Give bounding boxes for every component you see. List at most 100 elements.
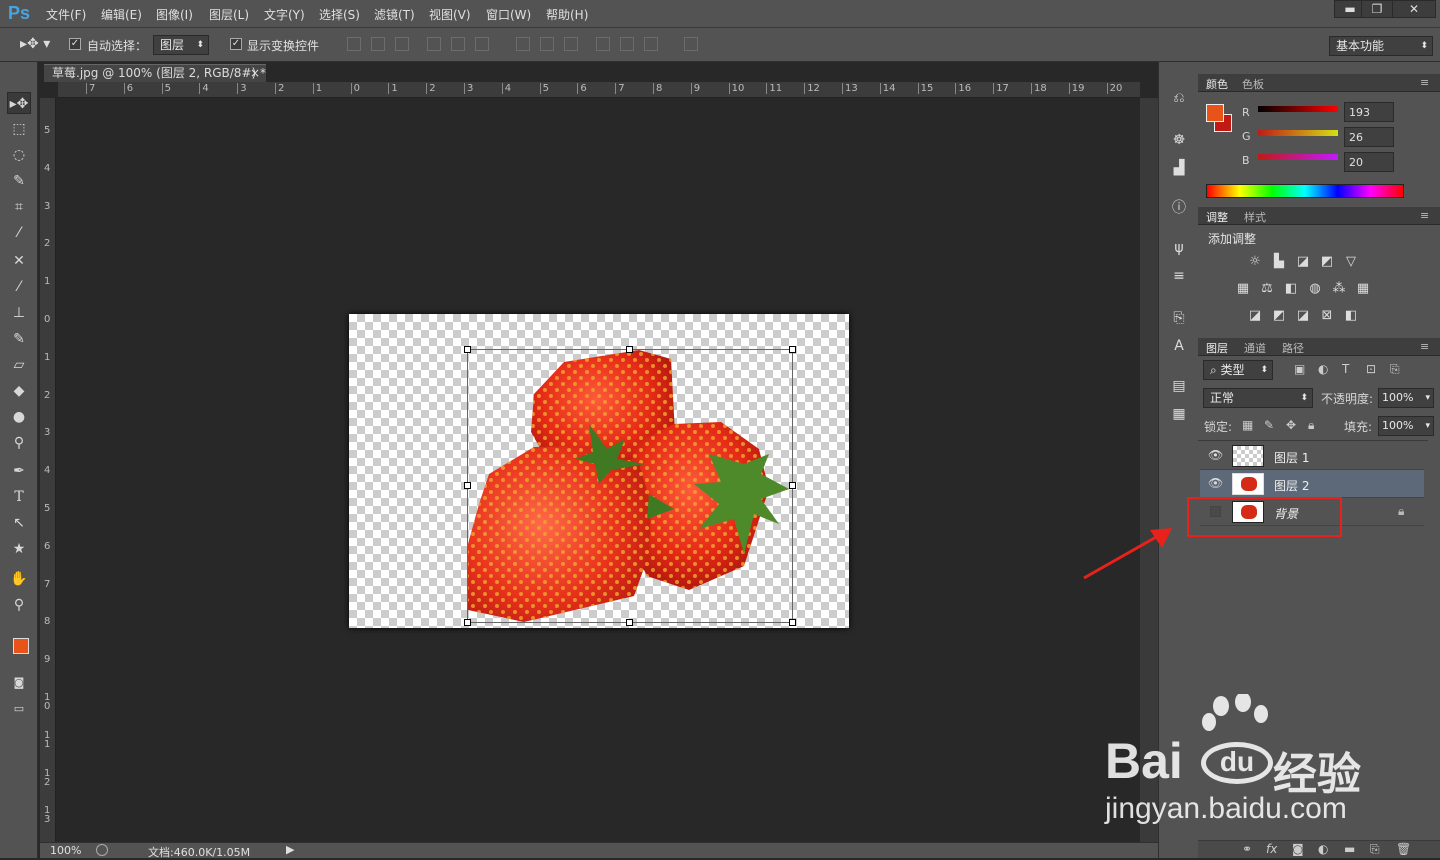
notes-icon[interactable]: ▦ xyxy=(1169,404,1189,424)
distribute-top-icon[interactable] xyxy=(516,37,530,51)
move-tool-icon[interactable]: ▸✥ xyxy=(7,92,31,114)
type-tool-icon[interactable]: T xyxy=(7,486,31,508)
vertical-scrollbar[interactable] xyxy=(1140,98,1158,842)
channel-b-value[interactable]: 20 xyxy=(1344,152,1394,172)
auto-select-checkbox[interactable]: ✓ xyxy=(69,38,81,50)
fill-input[interactable]: 100% ▾ xyxy=(1378,416,1434,436)
transform-handle[interactable] xyxy=(789,482,796,489)
document-tab[interactable]: 草莓.jpg @ 100% (图层 2, RGB/8#) * × xyxy=(44,64,266,82)
channel-mixer-icon[interactable]: ⁂ xyxy=(1330,281,1348,297)
lock-position-icon[interactable]: ✥ xyxy=(1286,418,1296,432)
align-bottom-icon[interactable] xyxy=(395,37,409,51)
panel-menu-icon[interactable]: ≡ xyxy=(1420,209,1429,222)
layer-row-2[interactable]: 👁︎ 图层 2 xyxy=(1200,470,1424,498)
menu-filter[interactable]: 滤镜(T) xyxy=(374,6,415,23)
quick-mask-icon[interactable]: ◙ xyxy=(7,672,31,694)
tab-swatches[interactable]: 色板 xyxy=(1242,76,1264,92)
pen-tool-icon[interactable]: ✒ xyxy=(7,460,31,482)
blur-tool-icon[interactable]: ● xyxy=(7,406,31,428)
layer-name[interactable]: 图层 1 xyxy=(1274,449,1309,466)
transform-handle[interactable] xyxy=(789,346,796,353)
distribute-bottom-icon[interactable] xyxy=(564,37,578,51)
color-fg-swatch[interactable] xyxy=(1206,104,1224,122)
menu-window[interactable]: 窗口(W) xyxy=(486,6,531,23)
menu-file[interactable]: 文件(F) xyxy=(46,6,86,23)
lock-pixels-icon[interactable]: ✎ xyxy=(1264,418,1274,432)
quick-select-tool-icon[interactable]: ✎ xyxy=(7,170,31,192)
zoom-tool-icon[interactable]: ⚲ xyxy=(7,594,31,616)
panel-menu-icon[interactable]: ≡ xyxy=(1420,76,1429,89)
transform-handle[interactable] xyxy=(464,619,471,626)
paragraph-icon[interactable]: ▤ xyxy=(1169,376,1189,396)
layer-filter-dropdown[interactable]: ⌕ 类型 ⬍ xyxy=(1203,360,1273,380)
delete-layer-icon[interactable]: 🗑︎ xyxy=(1396,842,1411,856)
menu-edit[interactable]: 编辑(E) xyxy=(101,6,142,23)
align-top-icon[interactable] xyxy=(347,37,361,51)
status-menu-arrow-icon[interactable]: ▶ xyxy=(286,843,294,856)
tab-adjustments[interactable]: 调整 xyxy=(1206,209,1228,225)
screen-mode-icon[interactable]: ▭ xyxy=(7,698,31,720)
transform-handle[interactable] xyxy=(789,619,796,626)
zoom-level[interactable]: 100% xyxy=(50,844,81,857)
history-icon[interactable]: ⎌ xyxy=(1169,88,1189,108)
lock-all-icon[interactable]: 🔒︎ xyxy=(1308,418,1314,433)
channel-g-value[interactable]: 26 xyxy=(1344,127,1394,147)
filter-type-icon[interactable]: T xyxy=(1342,362,1349,376)
brush-presets-icon[interactable]: ψ xyxy=(1169,238,1189,258)
panel-menu-icon[interactable]: ≡ xyxy=(1420,340,1429,353)
eye-icon[interactable]: 👁︎ xyxy=(1208,476,1223,490)
crop-tool-icon[interactable]: ⌗ xyxy=(7,196,31,218)
transform-handle[interactable] xyxy=(626,346,633,353)
new-adjustment-icon[interactable]: ◐ xyxy=(1318,842,1328,856)
align-left-icon[interactable] xyxy=(427,37,441,51)
marquee-tool-icon[interactable]: ⬚ xyxy=(7,118,31,140)
close-document-icon[interactable]: × xyxy=(250,65,260,82)
tab-layers[interactable]: 图层 xyxy=(1206,340,1228,356)
distribute-left-icon[interactable] xyxy=(596,37,610,51)
tab-channels[interactable]: 通道 xyxy=(1244,340,1266,356)
brush-tool-icon[interactable]: ⁄ xyxy=(7,276,31,298)
color-spectrum[interactable] xyxy=(1206,184,1404,198)
tab-color[interactable]: 颜色 xyxy=(1206,76,1228,92)
auto-select-dropdown[interactable]: 图层 ⬍ xyxy=(153,35,209,55)
menu-view[interactable]: 视图(V) xyxy=(429,6,471,23)
transform-handle[interactable] xyxy=(464,482,471,489)
move-tool-preset-icon[interactable]: ▸✥ ▾ xyxy=(20,36,50,52)
info-icon[interactable]: ⓘ xyxy=(1169,198,1189,218)
restore-button[interactable]: ❐ xyxy=(1361,0,1393,18)
new-group-icon[interactable]: ▬ xyxy=(1344,842,1355,856)
color-balance-icon[interactable]: ⚖ xyxy=(1258,281,1276,297)
channel-r-value[interactable]: 193 xyxy=(1344,102,1394,122)
menu-help[interactable]: 帮助(H) xyxy=(546,6,588,23)
lasso-tool-icon[interactable]: ◌ xyxy=(7,144,31,166)
distribute-right-icon[interactable] xyxy=(644,37,658,51)
opacity-input[interactable]: 100% ▾ xyxy=(1378,388,1434,408)
invert-icon[interactable]: ◪ xyxy=(1246,308,1264,324)
eye-icon[interactable]: 👁︎ xyxy=(1208,448,1223,462)
filter-shape-icon[interactable]: ⊡ xyxy=(1366,362,1376,376)
align-vcenter-icon[interactable] xyxy=(371,37,385,51)
blend-mode-dropdown[interactable]: 正常 ⬍ xyxy=(1203,388,1313,408)
status-info-icon[interactable] xyxy=(96,844,108,856)
character-icon[interactable]: A xyxy=(1169,336,1189,356)
add-mask-icon[interactable]: ◙ xyxy=(1292,842,1304,856)
posterize-icon[interactable]: ◩ xyxy=(1270,308,1288,324)
align-hcenter-icon[interactable] xyxy=(451,37,465,51)
brightness-icon[interactable]: ☼ xyxy=(1246,254,1264,270)
hand-tool-icon[interactable]: ✋ xyxy=(7,568,31,590)
history-brush-icon[interactable]: ✎ xyxy=(7,328,31,350)
tab-styles[interactable]: 样式 xyxy=(1244,209,1266,225)
exposure-icon[interactable]: ◩ xyxy=(1318,254,1336,270)
auto-align-icon[interactable] xyxy=(684,37,698,51)
vibrance-icon[interactable]: ▽ xyxy=(1342,254,1360,270)
channel-r-slider[interactable] xyxy=(1258,106,1338,112)
distribute-vcenter-icon[interactable] xyxy=(540,37,554,51)
path-select-icon[interactable]: ↖ xyxy=(7,512,31,534)
black-white-icon[interactable]: ◧ xyxy=(1282,281,1300,297)
distribute-hcenter-icon[interactable] xyxy=(620,37,634,51)
healing-tool-icon[interactable]: ✕ xyxy=(7,250,31,272)
paint-bucket-icon[interactable]: ◆ xyxy=(7,380,31,402)
menu-type[interactable]: 文字(Y) xyxy=(264,6,305,23)
foreground-color-swatch[interactable] xyxy=(13,638,29,654)
stamp-tool-icon[interactable]: ⊥ xyxy=(7,302,31,324)
